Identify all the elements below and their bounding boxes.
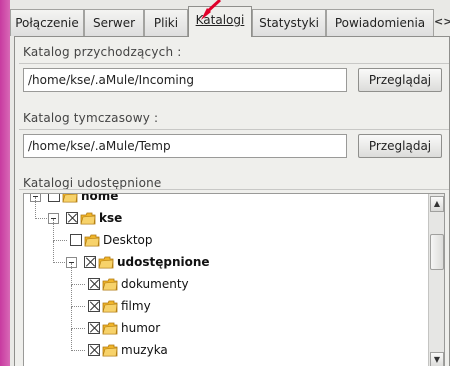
tree-connector [71, 328, 85, 329]
tab-pliki[interactable]: Pliki [144, 9, 188, 36]
tab-label: Pliki [153, 16, 179, 30]
tree-row[interactable]: kse [24, 197, 424, 230]
folder-name: Desktop [103, 233, 153, 247]
tab-page-katalogi: Katalog przychodzących : /home/kse/.aMul… [14, 36, 450, 366]
share-checkbox[interactable] [48, 194, 60, 202]
temp-browse-button[interactable]: Przeglądaj [358, 134, 442, 158]
tree-connector [71, 263, 72, 285]
share-checkbox[interactable] [88, 300, 100, 312]
tree-connector [53, 219, 54, 241]
tree-connector [53, 241, 54, 263]
tab-polaczenie[interactable]: Połączenie [10, 9, 84, 36]
tab-scroll-arrows[interactable]: <> [434, 9, 450, 36]
folder-name: dokumenty [121, 277, 189, 291]
scroll-down-button[interactable]: ▼ [430, 352, 444, 366]
folder-name: kse [99, 211, 123, 225]
scroll-thumb[interactable] [430, 234, 444, 270]
folder-icon [62, 194, 78, 206]
tree-connector [71, 306, 85, 307]
incoming-browse-button[interactable]: Przeglądaj [358, 68, 442, 92]
tree-connector [71, 307, 72, 329]
folder-icon [98, 255, 114, 272]
folder-icon [80, 211, 96, 228]
divider [19, 129, 449, 130]
share-checkbox[interactable] [88, 278, 100, 290]
tab-statystyki[interactable]: Statystyki [252, 9, 326, 36]
tree-row[interactable]: humor [24, 307, 424, 340]
tree-row[interactable]: Desktop [24, 219, 424, 252]
tree-row[interactable]: dokumenty [24, 263, 424, 296]
tree-connector [53, 262, 67, 263]
folder-name: muzyka [121, 343, 168, 357]
tree-connector [53, 240, 67, 241]
mouse-cursor-icon [201, 0, 222, 20]
temp-label: Katalog tymczasowy : [23, 111, 159, 125]
tab-label: Powiadomienia [334, 16, 426, 30]
folder-icon [102, 343, 118, 360]
tree-row[interactable]: home [24, 193, 424, 208]
folder-icon [102, 299, 118, 316]
tree-connector [71, 285, 72, 307]
tab-label: Połączenie [15, 16, 79, 30]
tree-row[interactable]: filmy [24, 285, 424, 318]
tree-connector [71, 350, 85, 351]
preferences-window: Połączenie Serwer Pliki Katalogi Statyst… [10, 0, 450, 366]
folder-icon [84, 233, 100, 250]
temp-path-input[interactable]: /home/kse/.aMule/Temp [23, 134, 347, 158]
divider [19, 63, 449, 64]
tab-powiadomienia[interactable]: Powiadomienia [326, 9, 434, 36]
tree-connector [71, 329, 72, 351]
folder-name: filmy [121, 299, 151, 313]
folder-name: humor [121, 321, 161, 335]
shared-folders-tree[interactable]: home kse Desktop udostępnione dokumenty filmy… [23, 193, 445, 366]
tab-serwer[interactable]: Serwer [84, 9, 144, 36]
tree-row[interactable]: muzyka [24, 329, 424, 362]
divider [19, 189, 449, 190]
incoming-label: Katalog przychodzących : [23, 45, 182, 59]
shared-label: Katalogi udostępnione [23, 176, 162, 190]
tree-scrollbar[interactable]: ▲ ▼ [428, 194, 444, 366]
share-checkbox[interactable] [88, 344, 100, 356]
tree-connector [35, 218, 49, 219]
share-checkbox[interactable] [84, 256, 96, 268]
share-checkbox[interactable] [70, 234, 82, 246]
tree-row[interactable]: udostępnione [24, 241, 424, 274]
tree-connector [35, 197, 36, 219]
folder-name: home [81, 193, 119, 203]
incoming-path-input[interactable]: /home/kse/.aMule/Incoming [23, 68, 347, 92]
folder-icon [102, 321, 118, 338]
tab-label: Statystyki [259, 16, 319, 30]
share-checkbox[interactable] [66, 212, 78, 224]
tab-bar: Połączenie Serwer Pliki Katalogi Statyst… [10, 6, 450, 37]
folder-icon [102, 277, 118, 294]
scroll-up-button[interactable]: ▲ [430, 196, 444, 212]
share-checkbox[interactable] [88, 322, 100, 334]
folder-name: udostępnione [117, 255, 210, 269]
tree-connector [71, 284, 85, 285]
tab-label: Serwer [92, 16, 136, 30]
